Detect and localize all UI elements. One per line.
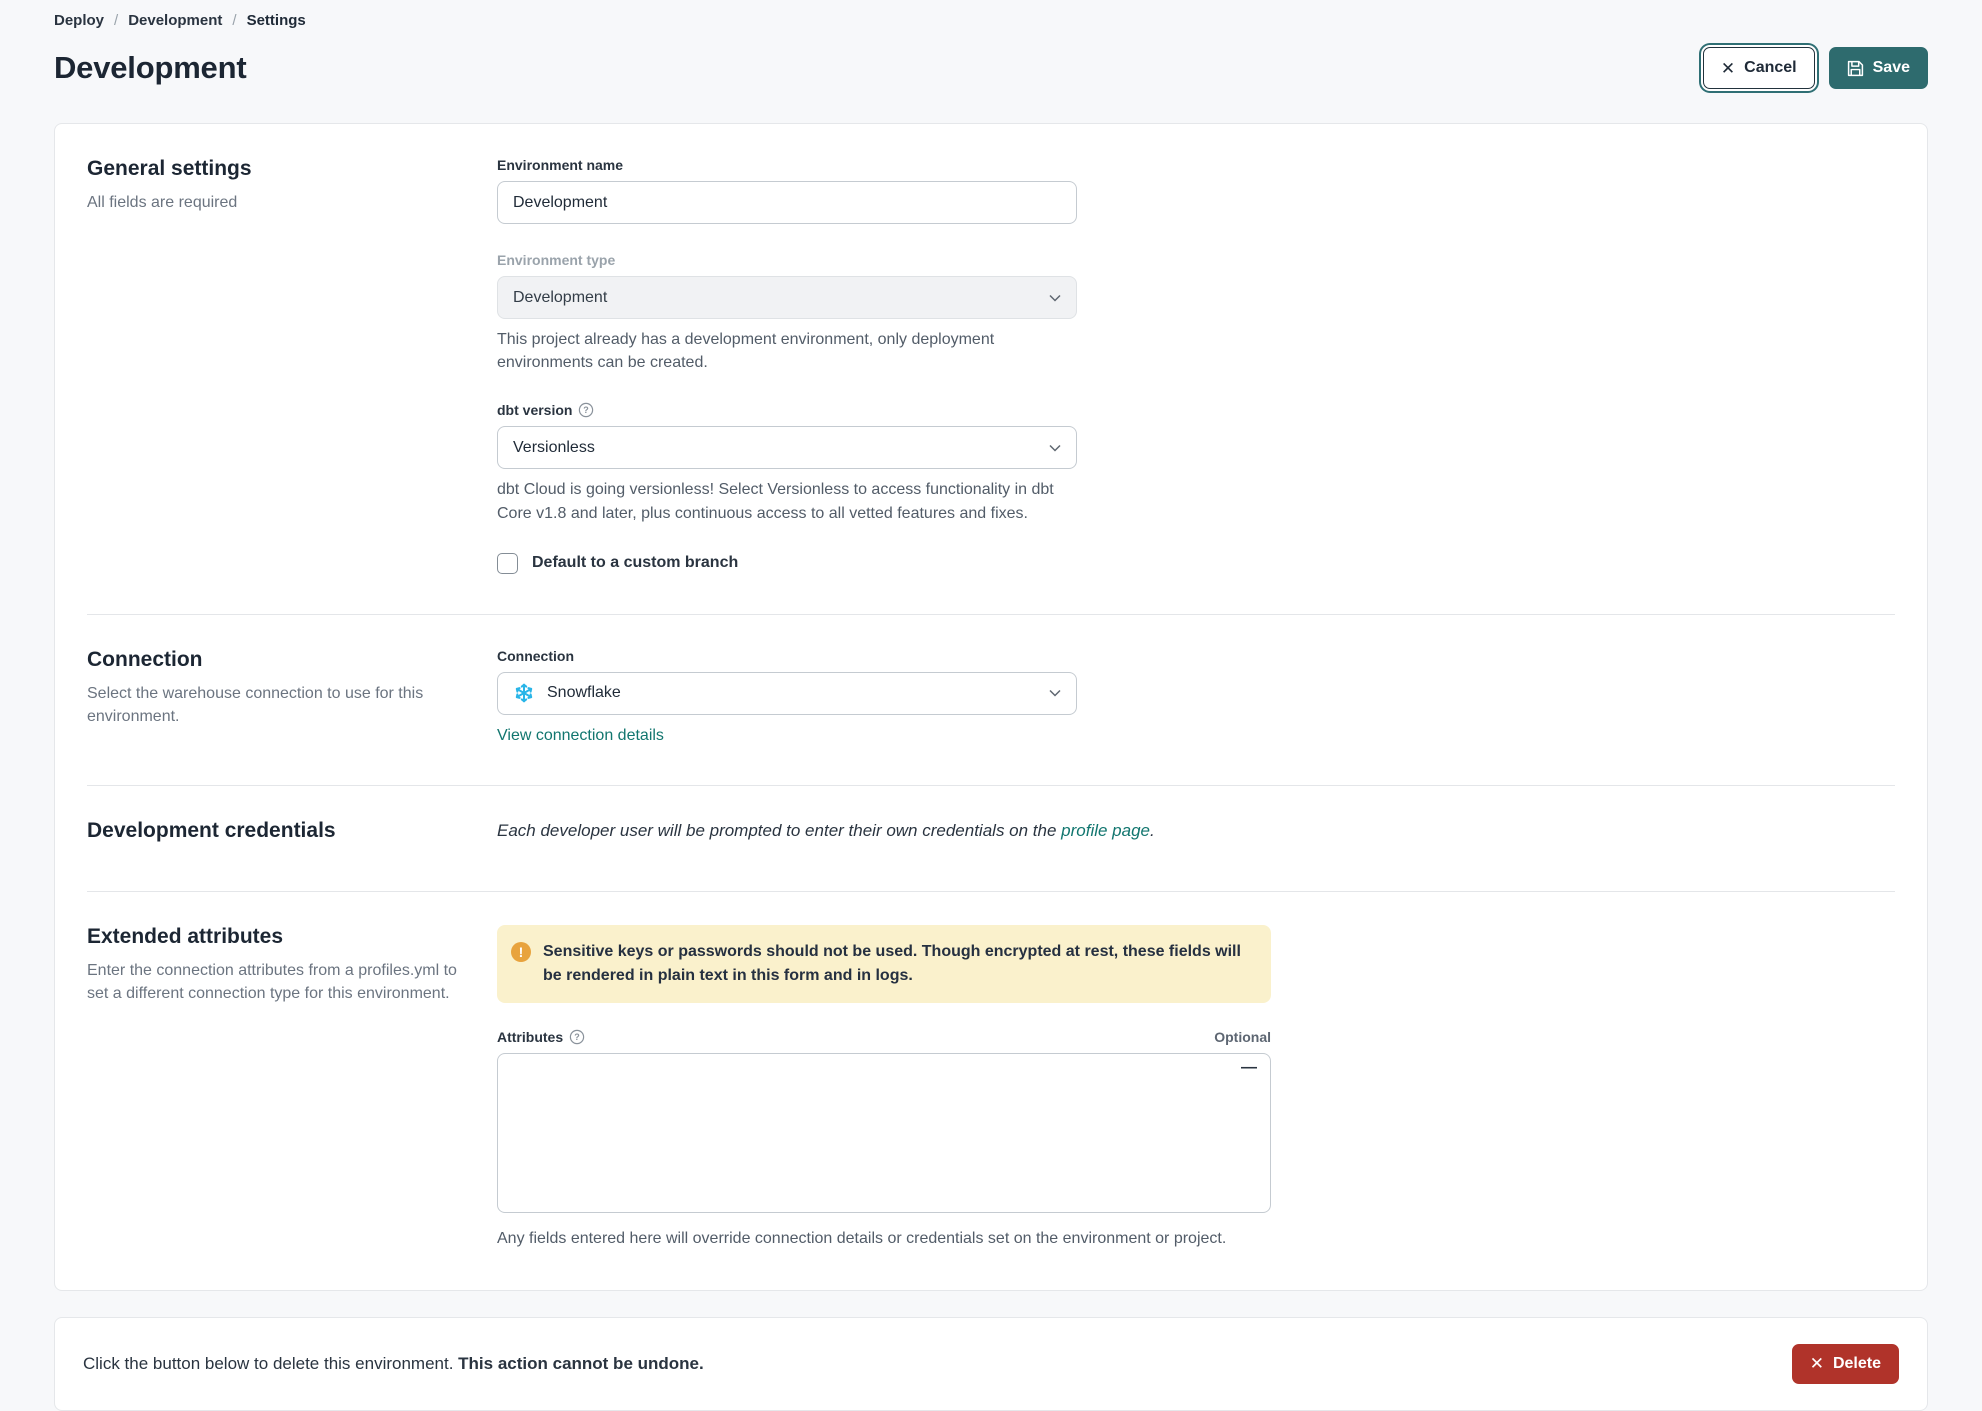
custom-branch-checkbox-row[interactable]: Default to a custom branch	[497, 552, 1077, 574]
save-button[interactable]: Save	[1828, 47, 1928, 89]
extended-attributes-section: Extended attributes Enter the connection…	[87, 892, 1895, 1290]
svg-text:?: ?	[584, 406, 590, 416]
connection-heading-block: Connection Select the warehouse connecti…	[87, 648, 497, 745]
connection-section: Connection Select the warehouse connecti…	[87, 615, 1895, 785]
help-icon[interactable]: ?	[578, 402, 594, 418]
connection-field-label: Connection	[497, 647, 574, 664]
connection-select-value-wrap: Snowflake	[513, 682, 621, 704]
danger-zone-card: Click the button below to delete this en…	[54, 1316, 1928, 1411]
help-icon[interactable]: ?	[569, 1029, 585, 1045]
attributes-editor-wrap: —	[497, 1052, 1271, 1218]
connection-value: Snowflake	[547, 684, 621, 702]
attributes-label: Attributes ?	[497, 1029, 585, 1045]
environment-settings-page: Deploy / Development / Settings Developm…	[0, 0, 1982, 1411]
environment-name-label: Environment name	[497, 157, 624, 173]
credentials-text-before: Each developer user will be prompted to …	[497, 820, 1062, 840]
warning-text: Sensitive keys or passwords should not b…	[543, 942, 1241, 984]
extended-attributes-fields: ! Sensitive keys or passwords should not…	[497, 924, 1271, 1250]
breadcrumb-separator: /	[114, 12, 119, 29]
extended-attributes-heading-block: Extended attributes Enter the connection…	[87, 925, 497, 1250]
profile-page-link[interactable]: profile page	[1061, 821, 1150, 840]
connection-fields: Connection Snowflake View connection det…	[497, 648, 1077, 745]
connection-select[interactable]: Snowflake	[497, 671, 1077, 715]
attributes-label-row: Attributes ? Optional	[497, 1029, 1271, 1045]
general-settings-heading: General settings	[87, 157, 252, 180]
chevron-down-icon	[1049, 289, 1061, 307]
cancel-button[interactable]: ✕ Cancel	[1702, 47, 1815, 89]
breadcrumb-development[interactable]: Development	[128, 12, 222, 29]
general-settings-heading-block: General settings All fields are required	[87, 157, 497, 574]
attributes-textarea[interactable]	[497, 1052, 1271, 1213]
snowflake-icon	[513, 682, 535, 704]
extended-attributes-heading: Extended attributes	[87, 924, 284, 948]
development-credentials-heading: Development credentials	[87, 818, 336, 842]
credentials-text: Each developer user will be prompted to …	[497, 819, 1895, 843]
general-settings-subheading: All fields are required	[87, 194, 238, 211]
page-title: Development	[54, 50, 247, 85]
environment-type-value: Development	[513, 288, 608, 306]
breadcrumb-deploy[interactable]: Deploy	[54, 12, 104, 29]
extended-attributes-subheading: Enter the connection attributes from a p…	[87, 961, 457, 1002]
dbt-version-label: dbt version ?	[497, 402, 1077, 418]
dbt-version-select[interactable]: Versionless	[497, 426, 1077, 470]
breadcrumb-settings: Settings	[246, 12, 306, 29]
chevron-down-icon	[1049, 684, 1061, 702]
connection-heading: Connection	[87, 647, 203, 671]
environment-type-select: Development	[497, 276, 1077, 319]
environment-name-input[interactable]	[497, 181, 1077, 224]
connection-subheading: Select the warehouse connection to use f…	[87, 684, 424, 725]
development-credentials-section: Development credentials Each developer u…	[87, 786, 1895, 891]
credentials-heading-block: Development credentials	[87, 819, 497, 843]
attributes-helper: Any fields entered here will override co…	[497, 1229, 1227, 1247]
custom-branch-checkbox[interactable]	[497, 552, 518, 574]
general-settings-fields: Environment name Environment type Develo…	[497, 157, 1077, 574]
danger-text-normal: Click the button below to delete this en…	[83, 1353, 459, 1373]
save-button-label: Save	[1872, 59, 1910, 76]
chevron-down-icon	[1049, 439, 1061, 457]
dbt-version-label-text: dbt version	[497, 402, 573, 419]
attributes-label-text: Attributes	[497, 1028, 564, 1045]
dbt-version-helper: dbt Cloud is going versionless! Select V…	[497, 481, 1054, 522]
credentials-text-after: .	[1150, 820, 1155, 840]
close-icon: ✕	[1720, 58, 1736, 78]
save-icon	[1847, 60, 1864, 77]
environment-type-label: Environment type	[497, 252, 616, 268]
general-settings-section: General settings All fields are required…	[87, 124, 1895, 614]
danger-text: Click the button below to delete this en…	[83, 1354, 704, 1374]
delete-button-label: Delete	[1832, 1354, 1881, 1372]
header-actions: ✕ Cancel Save	[1699, 47, 1928, 89]
view-connection-details-link[interactable]: View connection details	[497, 727, 664, 744]
environment-type-helper: This project already has a development e…	[497, 331, 995, 372]
custom-branch-label: Default to a custom branch	[532, 554, 739, 572]
warning-icon: !	[511, 941, 531, 962]
warning-banner: ! Sensitive keys or passwords should not…	[497, 924, 1271, 1003]
dbt-version-value: Versionless	[513, 438, 595, 456]
collapse-icon[interactable]: —	[1241, 1059, 1257, 1076]
settings-card: General settings All fields are required…	[54, 123, 1928, 1291]
svg-text:?: ?	[574, 1032, 580, 1042]
close-icon: ✕	[1809, 1354, 1824, 1374]
cancel-button-label: Cancel	[1744, 59, 1797, 76]
danger-text-bold: This action cannot be undone.	[458, 1353, 704, 1373]
page-header: Development ✕ Cancel Save	[54, 47, 1928, 89]
breadcrumb: Deploy / Development / Settings	[54, 8, 1928, 29]
optional-badge: Optional	[1214, 1028, 1271, 1045]
breadcrumb-separator: /	[232, 12, 237, 29]
